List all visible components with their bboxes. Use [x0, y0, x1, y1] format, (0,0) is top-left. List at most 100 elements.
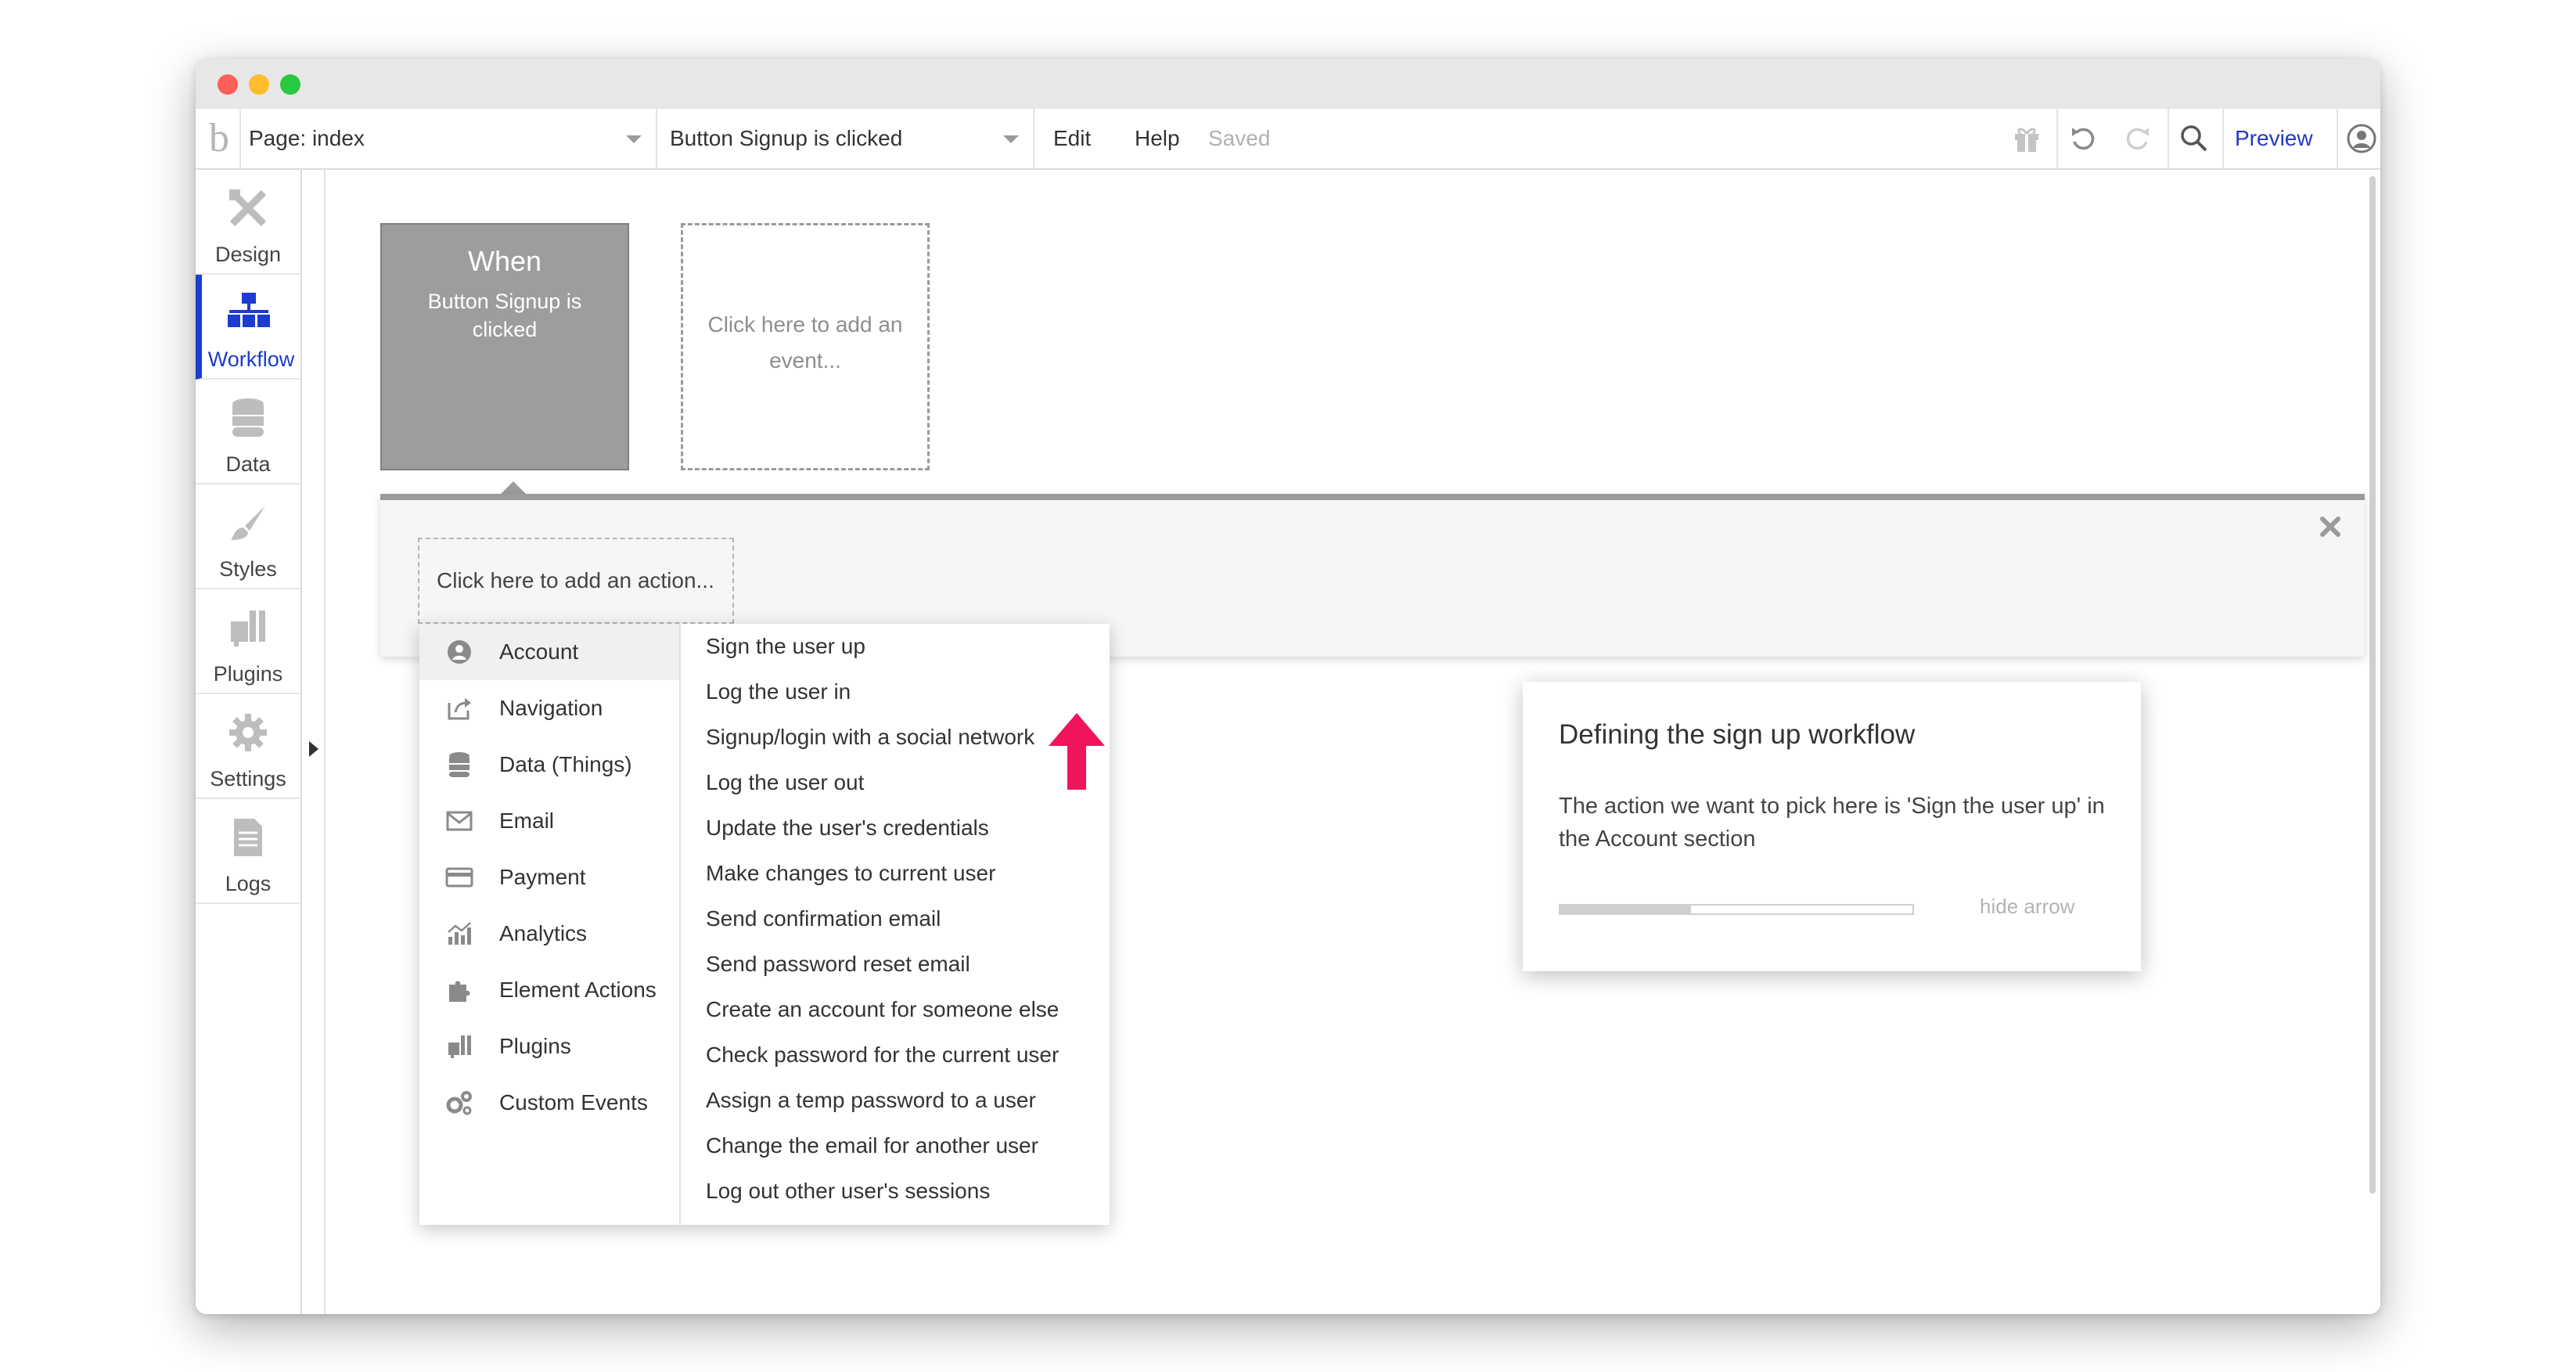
event-select-label: Button Signup is clicked: [670, 126, 903, 150]
sidebar-item-design[interactable]: Design: [196, 170, 300, 275]
hide-arrow-link[interactable]: hide arrow: [1980, 895, 2074, 919]
action-assign-temp-password[interactable]: Assign a temp password to a user: [706, 1078, 1036, 1123]
navigation-icon: [444, 694, 474, 722]
event-select[interactable]: Button Signup is clicked: [657, 109, 1034, 168]
search-icon[interactable]: [2175, 120, 2213, 157]
category-label: Payment: [499, 865, 586, 889]
sidebar-item-label: Styles: [219, 557, 277, 581]
page-select-label: Page: index: [249, 126, 365, 150]
credit-card-icon: [444, 863, 474, 891]
action-send-confirmation-email[interactable]: Send confirmation email: [706, 896, 941, 942]
sidebar-item-label: Settings: [210, 767, 286, 790]
add-event-button[interactable]: Click here to add an event...: [681, 223, 930, 470]
action-change-email-other[interactable]: Change the email for another user: [706, 1123, 1038, 1169]
undo-icon[interactable]: [2064, 120, 2102, 157]
category-account[interactable]: Account: [419, 624, 679, 680]
category-custom-events[interactable]: Custom Events: [419, 1075, 679, 1131]
add-event-label: Click here to add an event...: [707, 312, 903, 373]
top-toolbar: b Page: index Button Signup is clicked E…: [196, 109, 2380, 170]
brush-icon: [221, 499, 275, 547]
category-element-actions[interactable]: Element Actions: [419, 962, 679, 1018]
action-log-user-out[interactable]: Log the user out: [706, 760, 864, 805]
workflow-icon: [222, 289, 275, 337]
sidebar-item-settings[interactable]: Settings: [196, 694, 300, 799]
category-label: Custom Events: [499, 1090, 648, 1115]
edit-menu[interactable]: Edit: [1053, 109, 1091, 168]
event-card[interactable]: When Button Signup is clicked: [380, 223, 629, 470]
sidebar-item-data[interactable]: Data: [196, 380, 300, 484]
sidebar-item-logs[interactable]: Logs: [196, 799, 300, 904]
category-label: Element Actions: [499, 978, 657, 1002]
database-icon: [444, 751, 474, 779]
action-log-user-in[interactable]: Log the user in: [706, 669, 851, 715]
sidebar: Design Workflow Data Styles Plugins Sett…: [196, 170, 302, 1314]
plug-icon: [444, 1032, 474, 1061]
category-analytics[interactable]: Analytics: [419, 906, 679, 962]
category-label: Analytics: [499, 921, 588, 945]
tutorial-progress-bar: [1559, 904, 1914, 915]
save-status: Saved: [1208, 126, 1271, 150]
action-update-credentials[interactable]: Update the user's credentials: [706, 805, 989, 851]
expand-panel-arrow-icon[interactable]: [309, 741, 318, 757]
help-menu[interactable]: Help: [1135, 109, 1180, 168]
minimize-window-button[interactable]: [249, 74, 269, 95]
close-window-button[interactable]: [218, 74, 238, 95]
action-check-password[interactable]: Check password for the current user: [706, 1032, 1059, 1078]
account-icon: [444, 638, 474, 666]
event-card-title: When: [467, 245, 542, 277]
add-action-button[interactable]: Click here to add an action...: [418, 538, 734, 624]
tooltip-body: The action we want to pick here is 'Sign…: [1559, 794, 2105, 852]
email-icon: [444, 807, 474, 835]
event-card-subtitle: Button Signup is clicked: [427, 290, 582, 341]
category-navigation[interactable]: Navigation: [419, 680, 679, 736]
action-menu: Account Navigation Data (Things) Email P…: [419, 624, 1110, 1225]
action-send-password-reset[interactable]: Send password reset email: [706, 942, 970, 987]
close-icon[interactable]: [2316, 513, 2344, 541]
action-sign-user-up[interactable]: Sign the user up: [706, 624, 865, 669]
category-label: Data (Things): [499, 752, 632, 776]
sidebar-item-styles[interactable]: Styles: [196, 484, 300, 589]
gift-icon[interactable]: [2008, 120, 2045, 157]
gears-icon: [444, 1089, 474, 1117]
category-label: Plugins: [499, 1034, 571, 1058]
action-create-account-other[interactable]: Create an account for someone else: [706, 987, 1059, 1032]
sidebar-item-label: Workflow: [207, 348, 295, 371]
chevron-down-icon: [626, 135, 642, 143]
gear-icon: [221, 708, 275, 757]
database-icon: [221, 394, 275, 442]
sidebar-item-label: Data: [225, 452, 271, 476]
plug-icon: [221, 603, 275, 652]
category-label: Account: [499, 639, 579, 664]
page-select[interactable]: Page: index: [241, 109, 657, 168]
vertical-scrollbar[interactable]: [2369, 176, 2376, 1194]
category-plugins[interactable]: Plugins: [419, 1018, 679, 1075]
sidebar-item-label: Design: [214, 243, 282, 266]
preview-button[interactable]: Preview: [2235, 109, 2313, 168]
maximize-window-button[interactable]: [280, 74, 300, 95]
category-payment[interactable]: Payment: [419, 849, 679, 906]
category-email[interactable]: Email: [419, 793, 679, 849]
category-label: Email: [499, 808, 555, 833]
action-social-login[interactable]: Signup/login with a social network: [706, 715, 1034, 760]
user-avatar-icon[interactable]: [2343, 120, 2380, 157]
category-label: Navigation: [499, 696, 603, 720]
analytics-icon: [444, 920, 474, 948]
action-log-out-sessions[interactable]: Log out other user's sessions: [706, 1169, 990, 1214]
pointer-arrow-icon: [1049, 713, 1105, 790]
bubble-logo[interactable]: b: [199, 109, 241, 168]
sidebar-item-plugins[interactable]: Plugins: [196, 589, 300, 694]
tutorial-tooltip: Defining the sign up workflow The action…: [1523, 682, 2141, 971]
chevron-down-icon: [1003, 135, 1019, 143]
sidebar-item-workflow[interactable]: Workflow: [196, 275, 300, 380]
sidebar-item-label: Logs: [225, 872, 272, 895]
category-data[interactable]: Data (Things): [419, 736, 679, 793]
action-category-list: Account Navigation Data (Things) Email P…: [419, 624, 681, 1225]
redo-icon[interactable]: [2119, 120, 2157, 157]
progress-fill: [1560, 906, 1691, 913]
tooltip-title: Defining the sign up workflow: [1559, 719, 1916, 750]
app-window: b Page: index Button Signup is clicked E…: [196, 59, 2380, 1314]
sidebar-item-label: Plugins: [213, 662, 283, 686]
action-make-changes-current-user[interactable]: Make changes to current user: [706, 851, 995, 896]
design-icon: [221, 184, 275, 232]
puzzle-icon: [444, 976, 474, 1004]
